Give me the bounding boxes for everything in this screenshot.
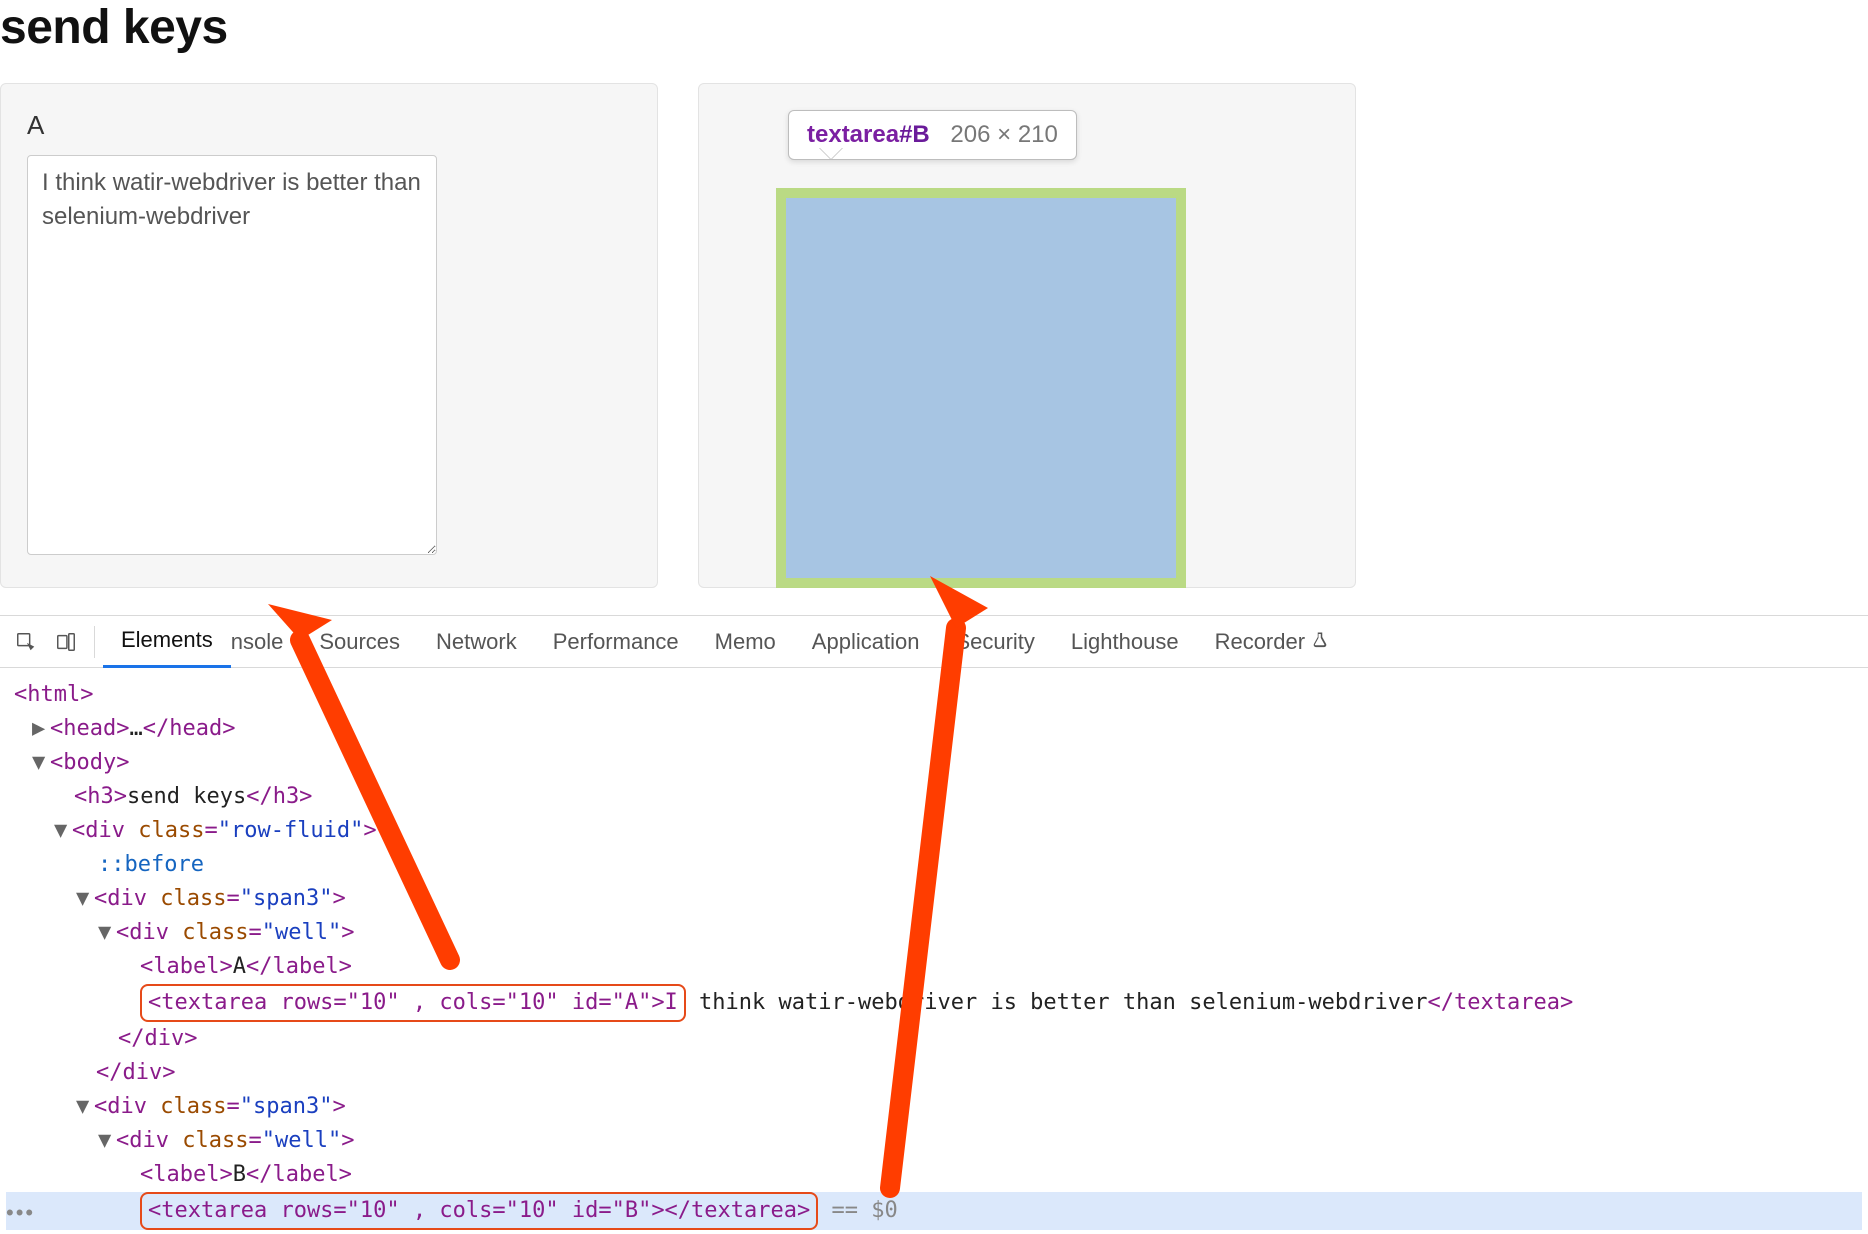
tab-sources[interactable]: Sources xyxy=(301,616,418,668)
gutter-overflow-icon[interactable]: ••• xyxy=(6,1200,35,1226)
tab-memory[interactable]: Memo xyxy=(697,616,794,668)
label-a: A xyxy=(27,110,631,141)
tab-recorder[interactable]: Recorder xyxy=(1197,616,1347,668)
well-a: A xyxy=(0,83,658,588)
dom-node-textarea-a[interactable]: <textarea rows="10" , cols="10" id="A">I… xyxy=(6,984,1862,1022)
tab-performance[interactable]: Performance xyxy=(535,616,697,668)
inspect-tooltip: textarea#B 206 × 210 xyxy=(788,110,1077,160)
devtools-tabbar: Elements nsole Sources Network Performan… xyxy=(0,616,1868,668)
devtools-panel: Elements nsole Sources Network Performan… xyxy=(0,615,1868,1234)
tab-application[interactable]: Application xyxy=(794,616,938,668)
tab-security[interactable]: Security xyxy=(937,616,1052,668)
dom-tree[interactable]: <html> ▶<head>…</head> ▼<body> <h3>send … xyxy=(0,668,1868,1230)
page-title: send keys xyxy=(0,0,1868,65)
device-toolbar-icon[interactable] xyxy=(46,622,86,662)
textarea-a[interactable] xyxy=(27,155,437,555)
inspect-tag: textarea xyxy=(807,121,899,148)
tab-network[interactable]: Network xyxy=(418,616,535,668)
tab-console[interactable]: nsole xyxy=(231,616,302,668)
inspect-element-icon[interactable] xyxy=(6,622,46,662)
dom-node-textarea-b[interactable]: <textarea rows="10" , cols="10" id="B"><… xyxy=(6,1192,1862,1230)
page-viewport: send keys A textarea#B 206 × 210 xyxy=(0,0,1868,615)
inspect-id: #B xyxy=(899,121,930,148)
tab-lighthouse[interactable]: Lighthouse xyxy=(1053,616,1197,668)
tabbar-divider xyxy=(94,626,95,658)
tab-elements[interactable]: Elements xyxy=(103,616,231,668)
inspect-dimensions: 206 × 210 xyxy=(950,121,1057,148)
recorder-beaker-icon xyxy=(1311,629,1329,655)
